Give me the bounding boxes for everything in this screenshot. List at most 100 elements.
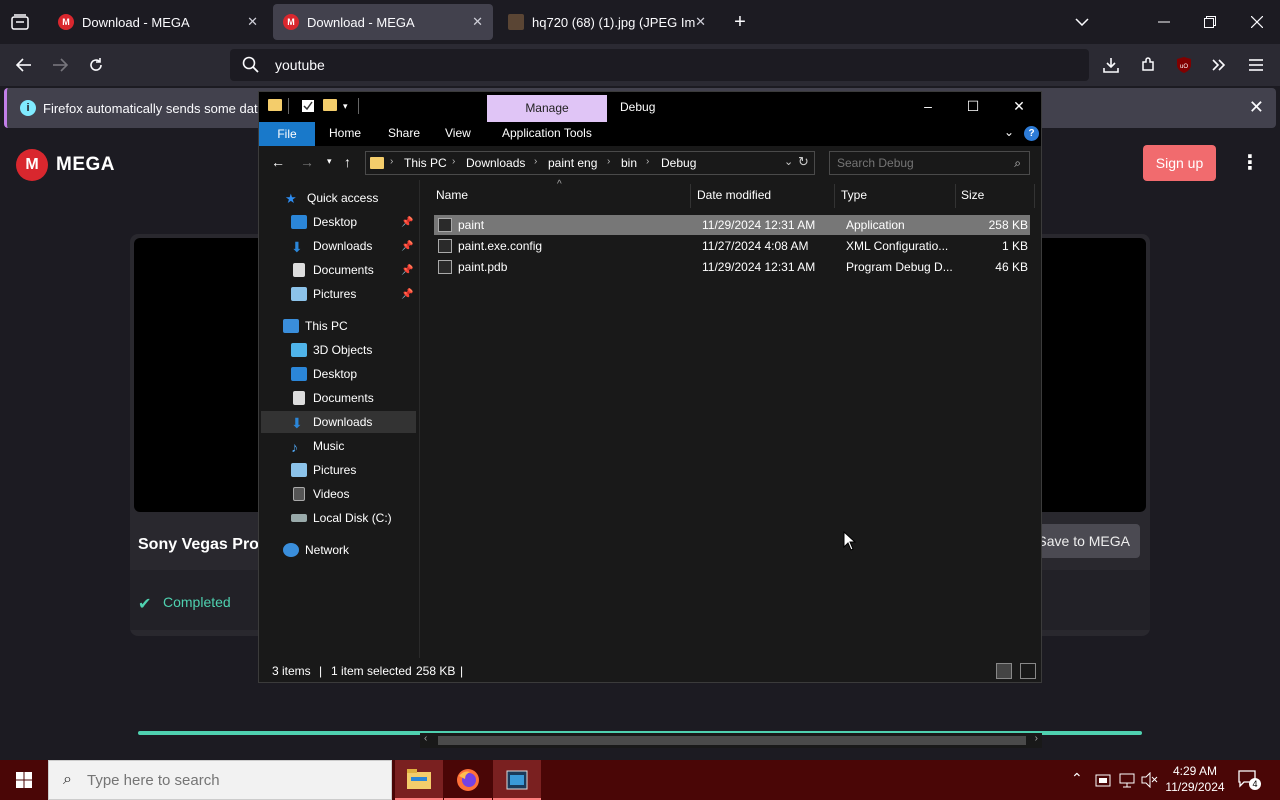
file-type: Program Debug D... [846,260,953,274]
network-icon[interactable] [1119,772,1135,788]
reload-icon[interactable] [84,53,108,77]
new-tab-button[interactable]: + [728,10,752,34]
file-row[interactable]: paint 11/29/2024 12:31 AM Application 258 K… [434,215,1030,235]
close-icon[interactable]: ✕ [695,14,706,30]
file-date-modified: 11/27/2024 4:08 AM [702,239,809,253]
taskbar-file-explorer[interactable] [395,760,443,800]
column-type[interactable]: Type [841,188,867,202]
taskbar-search-input[interactable] [87,761,387,799]
close-window-button[interactable] [1245,10,1269,34]
tab-share[interactable]: Share [388,126,420,140]
breadcrumb-bin[interactable]: bin [621,156,637,170]
breadcrumb-paint-eng[interactable]: paint eng [548,156,597,170]
tab-image[interactable]: hq720 (68) (1).jpg (JPEG Image, ✕ [498,4,716,40]
restore-button[interactable] [1198,10,1222,34]
close-window-button[interactable]: ✕ [996,92,1042,122]
properties-icon[interactable] [301,99,315,115]
breadcrumb-this-pc[interactable]: This PC [404,156,447,170]
mega-logo[interactable]: M MEGA [16,149,115,181]
url-text[interactable]: youtube [275,57,325,73]
column-name[interactable]: Name [436,188,468,202]
back-icon[interactable]: ← [271,154,285,170]
help-icon[interactable]: ? [1024,126,1039,141]
breadcrumb-debug[interactable]: Debug [661,156,696,170]
horizontal-scrollbar[interactable]: ‹ › [420,733,1042,748]
breadcrumb[interactable]: › This PC › Downloads › paint eng › bin … [365,151,815,175]
overflow-menu-icon[interactable] [1207,53,1231,77]
column-size[interactable]: Size [961,188,984,202]
more-options-icon[interactable]: ⋮ [1240,152,1260,176]
volume-muted-icon[interactable] [1141,772,1159,788]
taskbar-search[interactable]: ⌕ [48,760,392,800]
search-box[interactable]: ⌕ [829,151,1030,175]
close-icon[interactable]: ✕ [247,14,258,30]
tab-mega-2[interactable]: M Download - MEGA ✕ [273,4,493,40]
forward-icon[interactable] [48,53,72,77]
chevron-up-icon[interactable]: ⌃ [1071,770,1083,787]
tab-mega-1[interactable]: M Download - MEGA ✕ [48,4,268,40]
close-icon[interactable]: ✕ [1249,97,1264,118]
mouse-cursor-icon [843,531,857,551]
search-input[interactable] [830,152,1000,174]
nav-network[interactable]: Network [283,539,438,561]
details-view-button[interactable] [996,663,1012,679]
back-icon[interactable] [12,53,36,77]
taskbar-firefox[interactable] [444,760,492,800]
breadcrumb-downloads[interactable]: Downloads [466,156,525,170]
computer-icon [283,319,299,333]
manage-tab[interactable]: Manage [487,95,607,122]
nav-pc-downloads[interactable]: ⬇ Downloads [261,411,416,433]
scroll-left-icon[interactable]: ‹ [424,733,427,744]
file-row[interactable]: paint.pdb 11/29/2024 12:31 AM Program Debu… [434,257,1030,277]
minimize-button[interactable]: – [905,92,951,122]
up-icon[interactable]: ↑ [344,154,351,170]
chevron-down-icon[interactable] [1070,10,1094,34]
film-icon [293,487,305,501]
scroll-right-icon[interactable]: › [1035,733,1038,744]
system-clock[interactable]: 4:29 AM 11/29/2024 [1160,763,1230,795]
tab-application-tools[interactable]: Application Tools [502,126,592,140]
start-button[interactable] [0,760,48,800]
tab-list-icon[interactable] [8,10,32,34]
folder-icon [370,157,384,169]
extensions-icon[interactable] [1136,53,1160,77]
taskbar-vegas[interactable] [493,760,541,800]
save-to-mega-button[interactable]: Save to MEGA [1030,524,1140,558]
download-arrow-icon: ⬇ [291,239,303,255]
scrollbar-thumb[interactable] [438,736,1026,745]
notification-center-button[interactable]: 4 [1238,770,1261,790]
ublock-icon[interactable]: uO [1172,53,1196,77]
tab-file[interactable]: File [259,122,315,146]
nav-this-pc[interactable]: This PC [283,315,438,337]
chevron-down-icon[interactable]: ⌄ [1004,125,1014,139]
maximize-button[interactable]: ☐ [950,92,996,122]
pdb-file-icon [438,260,452,274]
downloads-icon[interactable] [1099,53,1123,77]
file-row[interactable]: paint.exe.config 11/27/2024 4:08 AM XML Co… [434,236,1030,256]
pin-icon[interactable]: 📌 [401,241,413,252]
customize-toolbar-icon[interactable]: ▾ [343,101,348,117]
hamburger-menu-icon[interactable] [1244,53,1268,77]
clock-time: 4:29 AM [1172,764,1218,778]
column-date-modified[interactable]: Date modified [697,188,771,202]
address-bar[interactable]: youtube [230,49,1089,81]
pin-icon[interactable]: 📌 [401,217,413,228]
recent-locations-icon[interactable]: ▾ [327,156,332,167]
pin-icon[interactable]: 📌 [401,289,413,300]
tab-home[interactable]: Home [329,126,361,140]
status-text: Completed [163,594,231,610]
security-icon[interactable] [1095,772,1111,788]
minimize-button[interactable] [1152,10,1176,34]
tab-view[interactable]: View [445,126,471,140]
refresh-icon[interactable]: ↻ [798,154,809,170]
pin-icon[interactable]: 📌 [401,265,413,276]
new-folder-icon[interactable] [323,99,337,115]
large-icons-view-button[interactable] [1020,663,1036,679]
drive-icon [291,514,307,522]
nav-quick-access[interactable]: ★ Quick access [285,187,440,209]
separator [288,98,289,114]
chevron-down-icon[interactable]: ⌄ [784,155,793,168]
forward-icon[interactable]: → [300,154,314,170]
close-icon[interactable]: ✕ [472,14,483,30]
sign-up-button[interactable]: Sign up [1143,145,1216,181]
